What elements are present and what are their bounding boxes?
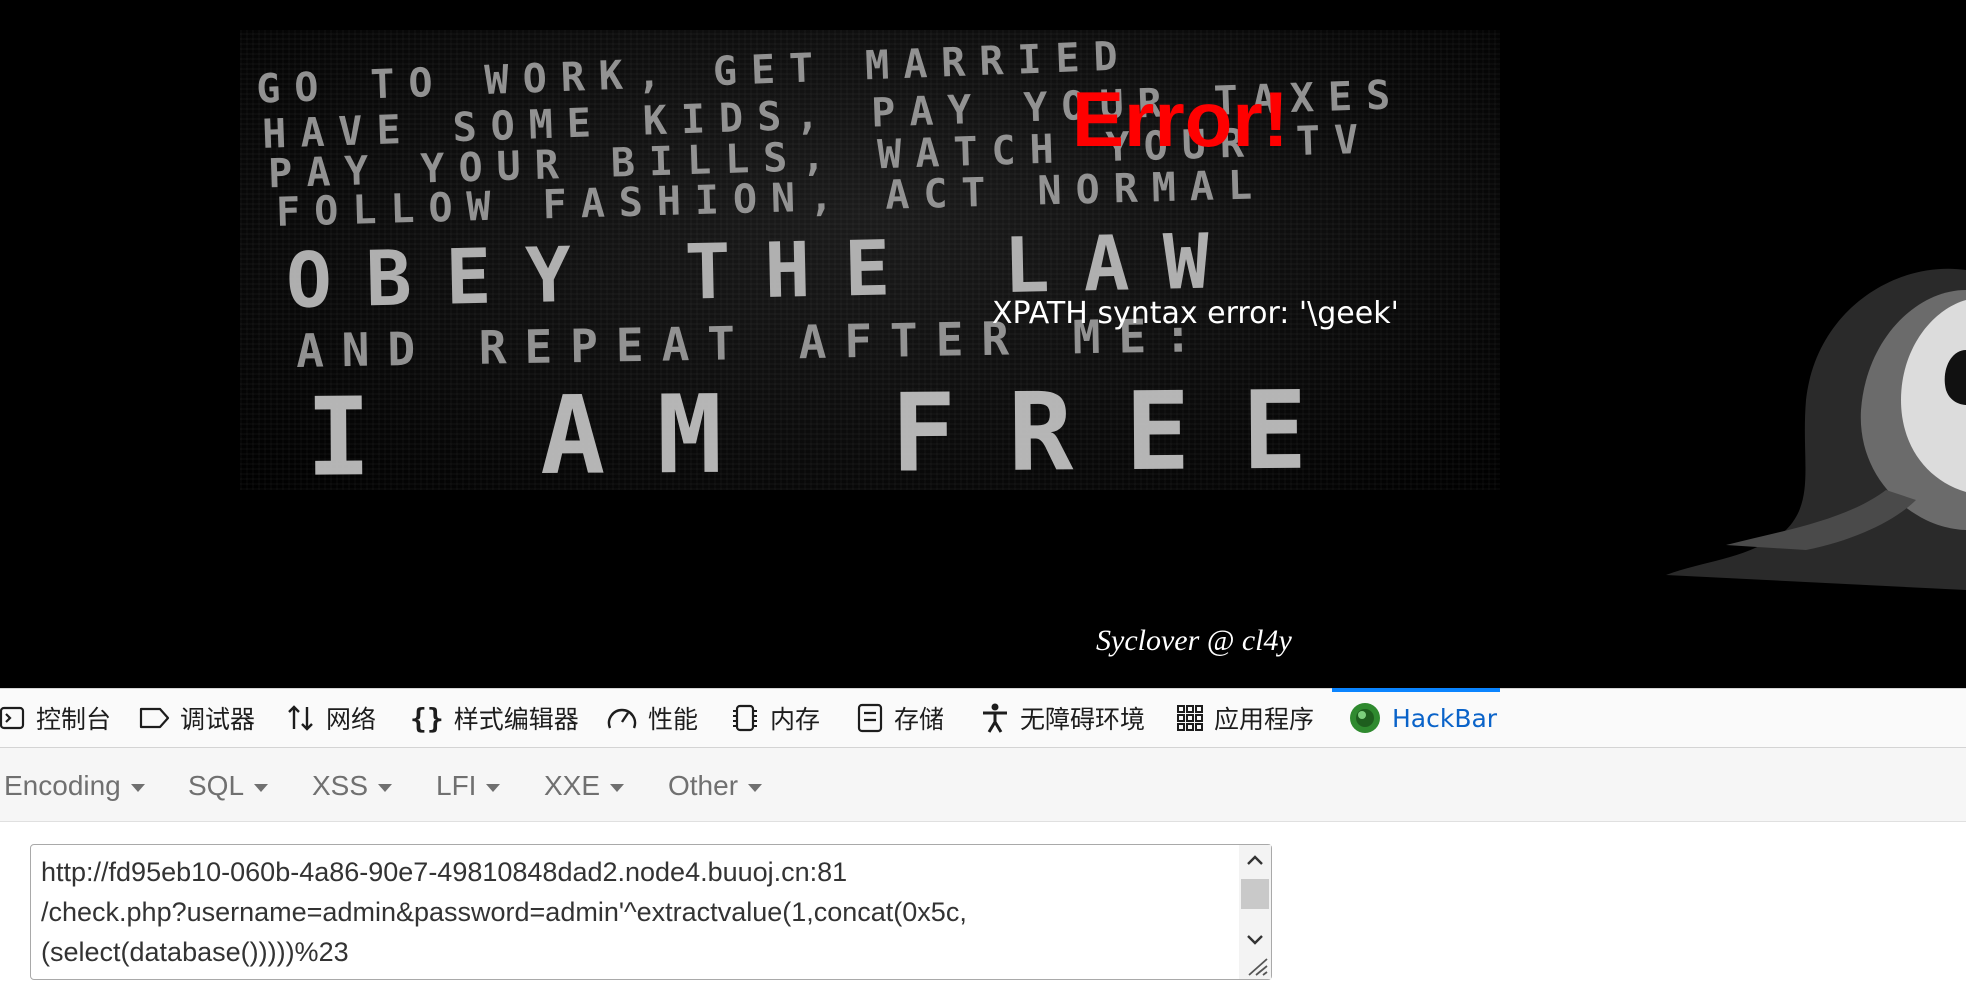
application-icon [1176,704,1204,732]
tab-label: HackBar [1392,703,1498,733]
console-icon [0,705,26,731]
menu-encoding[interactable]: Encoding [4,770,145,802]
scroll-down-arrow-icon[interactable] [1239,925,1271,955]
chevron-down-icon [610,784,625,792]
chevron-down-icon [748,784,763,792]
tab-label: 性能 [648,705,699,734]
tab-network[interactable]: 网络 [286,689,376,747]
menu-label: XXE [544,770,601,801]
accessibility-icon [980,702,1010,734]
tab-label: 内存 [770,705,821,734]
menu-xxe[interactable]: XXE [544,770,625,802]
scroll-up-arrow-icon[interactable] [1239,845,1271,875]
hackbar-url-area: http://fd95eb10-060b-4a86-90e7-49810848d… [0,822,1966,995]
url-line: (select(database()))))%23 [41,937,349,967]
menu-other[interactable]: Other [668,770,763,802]
tab-label: 样式编辑器 [453,705,579,734]
tab-label: 控制台 [36,705,112,734]
performance-icon [606,704,638,732]
menu-sql[interactable]: SQL [188,770,269,802]
chevron-down-icon [130,784,145,792]
error-title: Error! [1072,75,1289,163]
guy-fawkes-mask-image [1666,268,1966,590]
error-message: XPATH syntax error: '\geek' [992,296,1399,331]
tab-style-editor[interactable]: {} 样式编辑器 [410,689,579,747]
menu-label: Encoding [4,770,121,801]
background-poster: GO TO WORK, GET MARRIED HAVE SOME KIDS, … [240,30,1500,501]
menu-lfi[interactable]: LFI [436,770,501,802]
tab-label: 网络 [326,705,377,734]
menu-label: XSS [312,770,369,801]
chevron-down-icon [254,784,269,792]
tab-performance[interactable]: 性能 [606,689,698,747]
debugger-icon [138,705,170,731]
tab-application[interactable]: 应用程序 [1176,689,1314,747]
credit-text: Syclover @ cl4y [1096,624,1292,657]
url-line: /check.php?username=admin&password=admin… [41,897,967,927]
tab-hackbar[interactable]: HackBar [1332,688,1500,747]
page-viewport: GO TO WORK, GET MARRIED HAVE SOME KIDS, … [0,0,1966,688]
menu-label: LFI [436,770,477,801]
tab-label: 应用程序 [1214,705,1315,734]
storage-icon [856,703,884,733]
devtools-tab-bar: 控制台 调试器 网络 {} 样式编辑器 性能 内存 存储 无障碍环境 应用程序 … [0,688,1966,748]
tab-console[interactable]: 控制台 [0,689,111,747]
menu-label: SQL [188,770,245,801]
resize-grip-icon[interactable] [1243,955,1269,977]
chevron-down-icon [378,784,393,792]
tab-debugger[interactable]: 调试器 [138,689,255,747]
menu-xss[interactable]: XSS [312,770,393,802]
hackbar-icon [1348,701,1382,735]
network-icon [286,703,316,733]
url-textarea[interactable]: http://fd95eb10-060b-4a86-90e7-49810848d… [30,844,1272,980]
tab-label: 调试器 [180,705,256,734]
menu-label: Other [668,770,739,801]
tab-storage[interactable]: 存储 [856,689,944,747]
chevron-down-icon [486,784,501,792]
tab-memory[interactable]: 内存 [730,689,820,747]
poster-line: I AM FREE [305,368,1360,501]
scrollbar-thumb[interactable] [1241,879,1269,909]
url-line: http://fd95eb10-060b-4a86-90e7-49810848d… [41,857,848,887]
hackbar-menu: Encoding SQL XSS LFI XXE Other [0,748,1966,822]
style-editor-icon: {} [410,701,444,735]
memory-icon [730,703,760,733]
tab-label: 无障碍环境 [1020,705,1146,734]
tab-label: 存储 [894,705,945,734]
tab-accessibility[interactable]: 无障碍环境 [980,689,1145,747]
